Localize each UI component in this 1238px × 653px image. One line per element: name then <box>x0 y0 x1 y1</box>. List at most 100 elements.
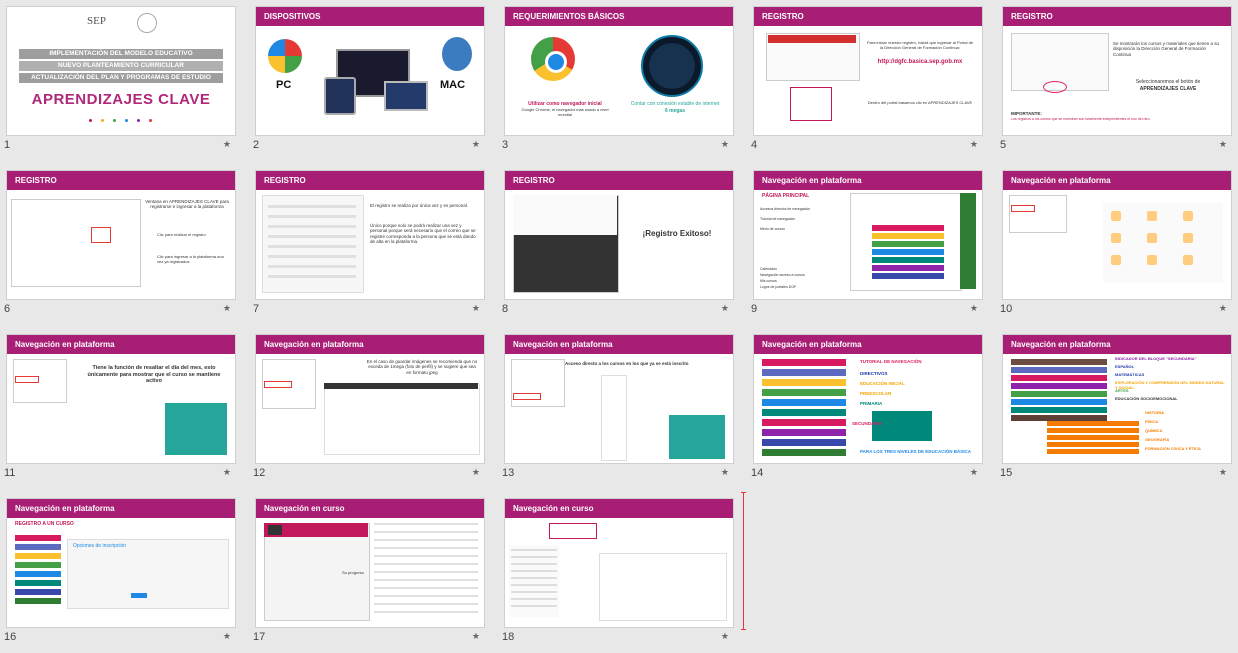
star-icon[interactable]: ★ <box>1219 467 1227 478</box>
subject-label: HISTORIA <box>1145 410 1165 415</box>
star-icon[interactable]: ★ <box>970 139 978 150</box>
star-icon[interactable]: ★ <box>1219 139 1227 150</box>
text-line <box>511 563 557 565</box>
star-icon[interactable]: ★ <box>472 631 480 642</box>
enroll-button <box>131 593 147 598</box>
slide-title: Navegación en plataforma <box>1003 335 1231 354</box>
course-logo <box>268 525 282 535</box>
slide-6[interactable]: REGISTRO Ventana en APRENDIZAJES CLAVE pa… <box>7 171 235 299</box>
star-icon[interactable]: ★ <box>223 139 231 150</box>
slide-thumbnail-cell[interactable]: SEP IMPLEMENTACIÓN DEL MODELO EDUCATIVO NU… <box>0 0 237 161</box>
slide-5[interactable]: REGISTRO Se mostrarán los cursos y materi… <box>1003 7 1231 135</box>
click-register-text: Clic para realizar el registro <box>157 232 206 237</box>
speedometer-icon <box>641 35 703 97</box>
slide-thumbnail-cell[interactable]: REGISTRO Ventana en APRENDIZAJES CLAVE pa… <box>0 164 237 325</box>
slide-thumbnail-cell[interactable]: REGISTRO ¡Registro Exitoso! 8 ★ <box>498 164 735 325</box>
slide-8[interactable]: REGISTRO ¡Registro Exitoso! <box>505 171 733 299</box>
slide-thumbnail-cell[interactable]: Navegación en plataforma TUTORIAL DE NAVE… <box>747 328 984 489</box>
text-line <box>511 577 557 579</box>
slide-title: Navegación en plataforma <box>256 335 484 354</box>
course-stripe <box>15 598 61 604</box>
star-icon[interactable]: ★ <box>472 139 480 150</box>
slide-thumbnail-cell[interactable]: Navegación en plataforma REGISTRO A UN CU… <box>0 492 237 653</box>
slide-9[interactable]: Navegación en plataforma PÁGINA PRINCIPAL… <box>754 171 982 299</box>
portal-banner <box>768 35 856 43</box>
slide-thumbnail-cell[interactable]: REQUERIMIENTOS BÁSICOS Utilizar como nave… <box>498 0 735 161</box>
paragraph-line <box>374 571 478 573</box>
star-icon[interactable]: ★ <box>721 631 729 642</box>
text-line <box>511 605 557 607</box>
course-stripe <box>15 571 61 577</box>
slide-17[interactable]: Navegación en curso Su progreso <box>256 499 484 627</box>
course-stripe <box>872 265 944 271</box>
slide-12[interactable]: Navegación en plataforma En el caso de gu… <box>256 335 484 463</box>
header-band: NUEVO PLANTEAMIENTO CURRICULAR <box>19 61 223 71</box>
slide-1[interactable]: SEP IMPLEMENTACIÓN DEL MODELO EDUCATIVO NU… <box>7 7 235 135</box>
slide-13[interactable]: Navegación en plataforma Acceso directo a… <box>505 335 733 463</box>
slide-2[interactable]: DISPOSITIVOS PC MAC <box>256 7 484 135</box>
star-icon[interactable]: ★ <box>721 303 729 314</box>
slide-thumbnail-cell[interactable]: DISPOSITIVOS PC MAC 2 ★ <box>249 0 486 161</box>
slide-15[interactable]: Navegación en plataforma INDICADOR DEL BL… <box>1003 335 1231 463</box>
star-icon[interactable]: ★ <box>472 467 480 478</box>
star-icon[interactable]: ★ <box>223 303 231 314</box>
folder-icon <box>1147 255 1157 265</box>
slide-number: 18 <box>502 631 515 643</box>
star-icon[interactable]: ★ <box>970 303 978 314</box>
slide-thumbnail-cell[interactable]: Navegación en curso 18 ★ <box>498 492 735 653</box>
slide-thumbnail-cell[interactable]: Navegación en plataforma INDICADOR DEL BL… <box>996 328 1233 489</box>
slide-3[interactable]: REQUERIMIENTOS BÁSICOS Utilizar como nave… <box>505 7 733 135</box>
paragraph-line <box>374 603 478 605</box>
slide-thumbnail-cell[interactable]: Navegación en plataforma Acceso directo a… <box>498 328 735 489</box>
slide-11[interactable]: Navegación en plataforma Tiene la función… <box>7 335 235 463</box>
image-note: En el caso de guardar imágenes se recomi… <box>366 359 478 375</box>
menu-screenshot <box>1009 195 1067 233</box>
star-icon[interactable]: ★ <box>223 467 231 478</box>
slide-title: REGISTRO <box>754 7 982 26</box>
slide-10[interactable]: Navegación en plataforma <box>1003 171 1231 299</box>
slide-number: 1 <box>4 139 11 151</box>
star-icon[interactable]: ★ <box>721 467 729 478</box>
slide-thumbnail-cell[interactable]: Navegación en plataforma 10 ★ <box>996 164 1233 325</box>
subject-stripe <box>1011 383 1107 389</box>
level-stripe <box>762 449 846 456</box>
slide-7[interactable]: REGISTRO El registro se realiza por única… <box>256 171 484 299</box>
slide-thumbnail-cell[interactable]: Navegación en plataforma PÁGINA PRINCIPAL… <box>747 164 984 325</box>
portal-url: http://dgfc.basica.sep.gob.mx <box>877 59 963 65</box>
highlight-box <box>549 523 597 539</box>
course-stripe <box>872 273 944 279</box>
star-icon[interactable]: ★ <box>223 631 231 642</box>
laptop-icon <box>384 81 428 111</box>
course-navigation-screenshot <box>599 553 727 621</box>
slide-16[interactable]: Navegación en plataforma REGISTRO A UN CU… <box>7 499 235 627</box>
star-icon[interactable]: ★ <box>1219 303 1227 314</box>
slide-thumbnail-cell[interactable]: REGISTRO El registro se realiza por única… <box>249 164 486 325</box>
slide-number: 14 <box>751 467 764 479</box>
success-message: ¡Registro Exitoso! <box>642 229 712 238</box>
nav-item: Calendario <box>760 267 777 271</box>
courses-text: Se mostrarán los cursos y materiales que… <box>1113 41 1220 57</box>
dot <box>149 119 152 122</box>
calendar-description: Tiene la función de resaltar el día del … <box>87 365 221 385</box>
slide-number: 6 <box>4 303 11 315</box>
folder-icon <box>1147 233 1157 243</box>
level-stripe <box>762 419 846 426</box>
folder-icon <box>1183 211 1193 221</box>
slide-14[interactable]: Navegación en plataforma TUTORIAL DE NAVE… <box>754 335 982 463</box>
slide-thumbnail-cell[interactable]: Navegación en plataforma Tiene la función… <box>0 328 237 489</box>
star-icon[interactable]: ★ <box>970 467 978 478</box>
secondary-subject-stripe <box>1047 421 1139 426</box>
subject-stripe <box>1011 399 1107 405</box>
slide-title: REGISTRO <box>7 171 235 190</box>
slide-title: Navegación en plataforma <box>7 335 235 354</box>
slide-thumbnail-cell[interactable]: REGISTRO Para iniciar nuestro registro, h… <box>747 0 984 161</box>
upload-screenshot <box>324 383 480 455</box>
star-icon[interactable]: ★ <box>472 303 480 314</box>
slide-18[interactable]: Navegación en curso <box>505 499 733 627</box>
slide-thumbnail-cell[interactable]: Navegación en plataforma En el caso de gu… <box>249 328 486 489</box>
slide-4[interactable]: REGISTRO Para iniciar nuestro registro, h… <box>754 7 982 135</box>
paragraph-line <box>374 547 478 549</box>
slide-thumbnail-cell[interactable]: Navegación en curso Su progreso 17 ★ <box>249 492 486 653</box>
slide-thumbnail-cell[interactable]: REGISTRO Se mostrarán los cursos y materi… <box>996 0 1233 161</box>
star-icon[interactable]: ★ <box>721 139 729 150</box>
